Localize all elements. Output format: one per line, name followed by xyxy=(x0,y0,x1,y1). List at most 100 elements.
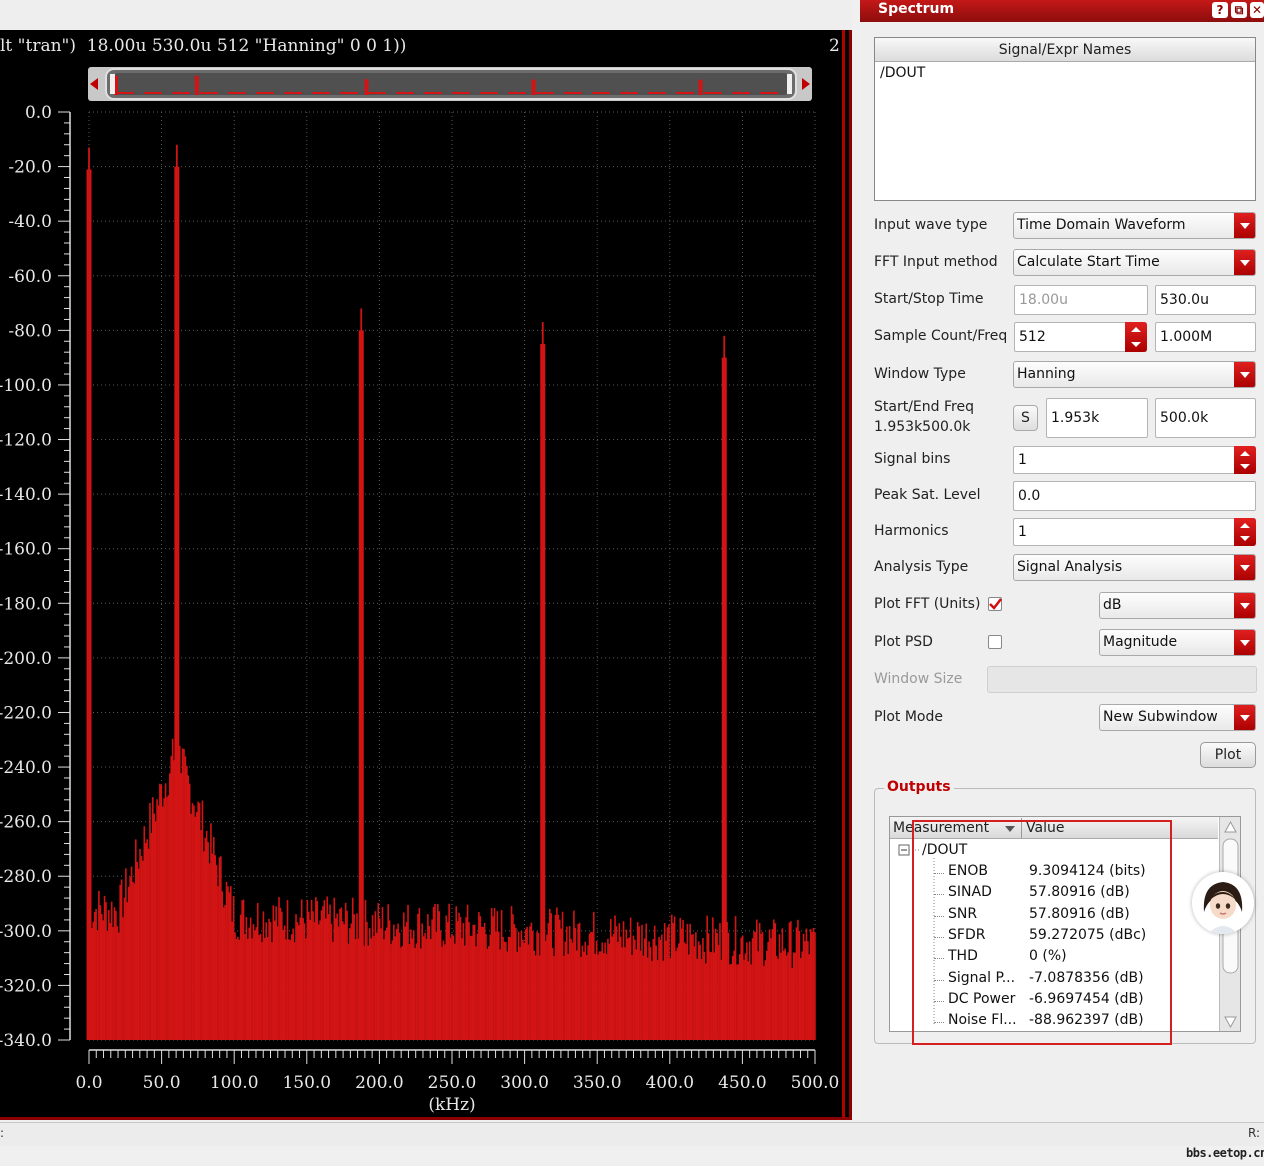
fft-units-select[interactable]: dB xyxy=(1099,592,1256,619)
input-wave-type-select[interactable]: Time Domain Waveform xyxy=(1013,212,1256,239)
chevron-down-icon xyxy=(1234,593,1255,618)
plot-mode-label: Plot Mode xyxy=(874,709,943,725)
window-type-select[interactable]: Hanning xyxy=(1013,361,1256,388)
y-tick-label: -340.0 xyxy=(0,1031,52,1051)
y-tick-label: -180.0 xyxy=(0,594,52,614)
end-freq-field[interactable]: 500.0k xyxy=(1155,398,1256,438)
sample-count-label: Sample Count/Freq xyxy=(874,328,1008,344)
y-tick-label: -60.0 xyxy=(8,267,52,287)
x-tick-label: 400.0 xyxy=(645,1073,694,1093)
input-wave-type-label: Input wave type xyxy=(874,217,988,233)
mini-peak xyxy=(364,79,369,95)
sample-freq-field[interactable]: 1.000M xyxy=(1155,322,1256,352)
start-end-freq-label: Start/End Freq xyxy=(874,399,974,415)
harmonics-label: Harmonics xyxy=(874,523,949,539)
status-left: : xyxy=(0,1126,5,1140)
waveform-expression: lt "tran") 18.00u 530.0u 512 "Hanning" 0… xyxy=(0,36,407,56)
scroll-handle-right[interactable] xyxy=(787,74,792,94)
signal-bins-label: Signal bins xyxy=(874,451,951,467)
y-tick-label: -220.0 xyxy=(0,703,52,723)
status-bar xyxy=(0,1122,1264,1146)
y-tick-label: -320.0 xyxy=(0,976,52,996)
status-right: R: xyxy=(1248,1126,1261,1140)
psd-units-select[interactable]: Magnitude xyxy=(1099,629,1256,656)
start-time-field[interactable]: 18.00u xyxy=(1014,285,1148,315)
y-tick-label: -200.0 xyxy=(0,649,52,669)
start-end-freq-sublabel: 1.953k500.0k xyxy=(874,419,971,435)
y-tick-label: -100.0 xyxy=(0,376,52,396)
panel-title: Spectrum xyxy=(878,1,955,17)
stepper-arrows-icon[interactable] xyxy=(1234,518,1256,546)
freq-snap-button[interactable]: S xyxy=(1013,405,1038,431)
x-tick-label: 500.0 xyxy=(791,1073,840,1093)
fft-input-method-label: FFT Input method xyxy=(874,254,998,270)
plot-button[interactable]: Plot xyxy=(1200,742,1256,768)
harmonics-stepper[interactable]: 1 xyxy=(1013,518,1256,546)
chevron-down-icon xyxy=(1234,362,1255,387)
x-tick-label: 300.0 xyxy=(500,1073,549,1093)
analysis-type-select[interactable]: Signal Analysis xyxy=(1013,554,1256,581)
x-tick-label: 450.0 xyxy=(718,1073,767,1093)
fft-input-method-select[interactable]: Calculate Start Time xyxy=(1013,249,1256,276)
spectrum-plot: 0.0 -20.0 -40.0 -60.0 -80.0 -100.0 -120.0 -140.… xyxy=(0,103,840,1115)
signal-list-header[interactable]: Signal/Expr Names xyxy=(875,38,1255,62)
mini-peak xyxy=(194,75,199,95)
y-tick-label: -80.0 xyxy=(8,321,52,341)
top-strip xyxy=(0,0,852,30)
window-size-label: Window Size xyxy=(874,671,963,687)
x-tick-label: 100.0 xyxy=(210,1073,259,1093)
y-tick-label: -160.0 xyxy=(0,540,52,560)
sample-count-stepper[interactable]: 512 xyxy=(1014,322,1147,352)
mini-peak xyxy=(698,79,703,95)
window-type-label: Window Type xyxy=(874,366,966,382)
y-tick-label: -300.0 xyxy=(0,922,52,942)
watermark: bbs.eetop.cn xyxy=(1186,1146,1264,1160)
signal-list-item[interactable]: /DOUT xyxy=(880,65,925,81)
chevron-down-icon xyxy=(1234,250,1255,275)
peak-sat-level-label: Peak Sat. Level xyxy=(874,487,981,503)
x-tick-label: 200.0 xyxy=(355,1073,404,1093)
signal-bins-stepper[interactable]: 1 xyxy=(1013,446,1256,474)
start-freq-field[interactable]: 1.953k xyxy=(1046,398,1148,438)
plot-psd-label: Plot PSD xyxy=(874,634,933,650)
plot-psd-checkbox[interactable] xyxy=(988,635,1002,649)
peak-sat-level-field[interactable]: 0.0 xyxy=(1013,481,1256,511)
x-tick-label: 150.0 xyxy=(282,1073,331,1093)
y-tick-label: -280.0 xyxy=(0,867,52,887)
float-icon[interactable]: ⧉ xyxy=(1231,2,1247,18)
plot-fft-checkbox[interactable] xyxy=(988,597,1002,611)
y-tick-label: -240.0 xyxy=(0,758,52,778)
subwindow-number: 2 xyxy=(829,36,840,56)
help-icon[interactable]: ? xyxy=(1212,2,1228,18)
x-tick-label: 0.0 xyxy=(75,1073,102,1093)
spectrum-bars xyxy=(86,144,816,1040)
plot-mode-select[interactable]: New Subwindow xyxy=(1099,704,1256,731)
start-stop-time-label: Start/Stop Time xyxy=(874,291,984,307)
highlight-box xyxy=(912,820,1172,1045)
window-size-field xyxy=(987,666,1257,693)
y-tick-label: 0.0 xyxy=(25,103,52,123)
outputs-title: Outputs xyxy=(884,779,954,795)
stepper-arrows-icon[interactable] xyxy=(1234,446,1256,474)
checkmark-icon xyxy=(989,598,1002,610)
y-tick-label: -40.0 xyxy=(8,212,52,232)
chevron-down-icon xyxy=(1234,705,1255,730)
chevron-down-icon xyxy=(1234,213,1255,238)
x-tick-label: 350.0 xyxy=(573,1073,622,1093)
y-tick-label: -120.0 xyxy=(0,431,52,451)
stop-time-field[interactable]: 530.0u xyxy=(1155,285,1256,315)
y-tick-label: -20.0 xyxy=(8,158,52,178)
mini-peak xyxy=(531,79,536,95)
y-tick-label: -260.0 xyxy=(0,813,52,833)
y-tick-label: -140.0 xyxy=(0,485,52,505)
x-axis-title: (kHz) xyxy=(428,1095,475,1115)
assistant-avatar-icon[interactable] xyxy=(1192,872,1254,934)
plot-fft-label: Plot FFT (Units) xyxy=(874,596,981,612)
zoom-scrollbar[interactable] xyxy=(88,66,812,102)
stepper-arrows-icon[interactable] xyxy=(1125,322,1147,352)
scroll-handle-left[interactable] xyxy=(110,74,115,94)
analysis-type-label: Analysis Type xyxy=(874,559,969,575)
x-tick-label: 250.0 xyxy=(428,1073,477,1093)
close-icon[interactable]: ✕ xyxy=(1250,2,1264,18)
x-tick-label: 50.0 xyxy=(143,1073,181,1093)
